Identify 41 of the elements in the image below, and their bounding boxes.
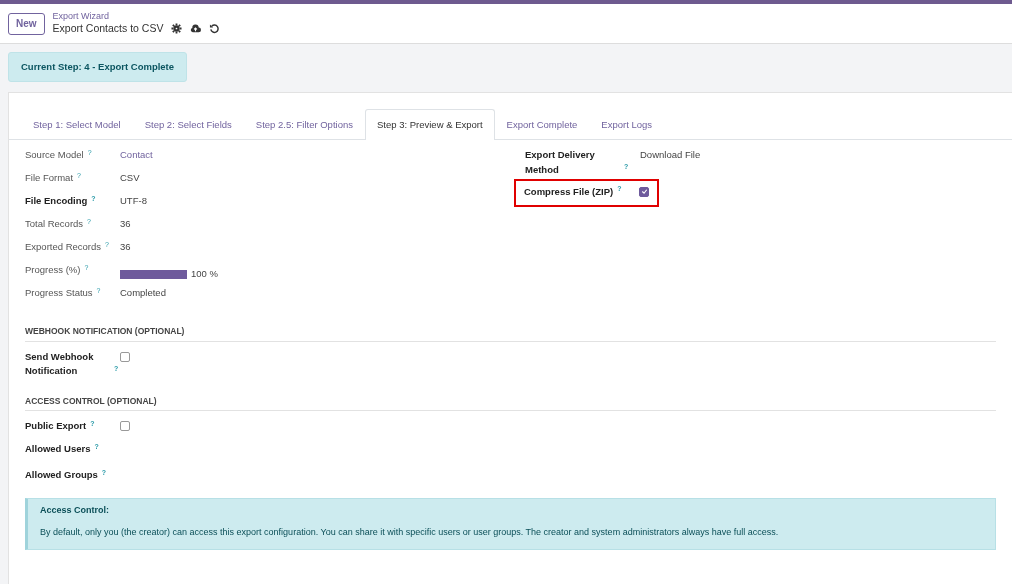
field-value: CSV [120,171,140,186]
tab[interactable]: Step 2: Select Fields [132,109,244,141]
record-link[interactable]: Contact [120,148,153,163]
field-label: Allowed Users [25,442,91,457]
field-label: Progress (%) [25,263,81,278]
field-value: 36 [120,217,131,232]
field-value: Completed [120,286,166,301]
gear-icon[interactable] [171,22,183,34]
checkbox[interactable] [120,421,130,432]
field-label: Source Model [25,148,84,163]
tab[interactable]: Step 3: Preview & Export [365,109,495,141]
cloud-upload-icon[interactable] [190,22,202,34]
field-label: Export Delivery Method [525,148,596,177]
field-label: File Encoding [25,194,88,209]
field-label: Total Records [25,217,84,232]
tab[interactable]: Export Complete [494,109,590,141]
checkbox[interactable] [120,352,130,362]
section-title: ACCESS CONTROL (OPTIONAL) [25,394,996,412]
field-label: Public Export [25,419,87,434]
new-button[interactable]: New [8,12,45,35]
breadcrumb-link[interactable]: Export Wizard [52,12,221,23]
tab[interactable]: Export Logs [589,109,665,141]
field-label: Exported Records [25,240,102,255]
tab[interactable]: Step 2.5: Filter Options [243,109,365,141]
field-label: Allowed Groups [25,468,98,483]
undo-icon[interactable] [209,22,221,34]
record-title: Export Contacts to CSV [52,22,164,35]
field-value: UTF-8 [120,194,147,209]
field-value: 36 [120,240,131,255]
field-label: File Format [25,171,74,186]
field-label: Send Webhook Notification [25,350,95,379]
checkbox[interactable] [639,186,649,197]
info-text: By default, only you (the creator) can access this export configuration. You can share it with specific users or user groups. The creator and system administrators always have full access. [40,525,780,539]
field-label: Compress File (ZIP) [524,184,614,199]
tab[interactable]: Step 1: Select Model [21,109,133,141]
status-badge: Current Step: 4 - Export Complete [8,52,188,83]
field-label: Progress Status [25,286,93,301]
info-title: Access Control: [40,504,111,518]
progress-value: 100 % [191,267,218,282]
section-title: WEBHOOK NOTIFICATION (OPTIONAL) [25,325,996,342]
field-value: Download File [640,148,701,163]
